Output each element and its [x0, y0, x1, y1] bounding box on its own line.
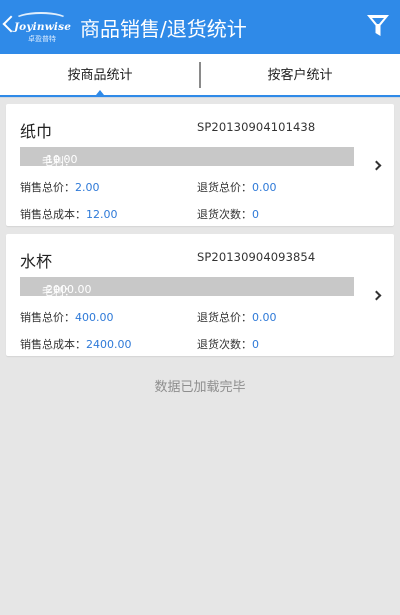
sales-total: 销售总价：2.00	[20, 179, 100, 195]
profit-bar: 毛利： -2000.00	[20, 277, 354, 298]
product-name: 纸巾	[20, 122, 53, 141]
filter-button[interactable]	[366, 13, 390, 39]
returns-total-value: 0.00	[252, 311, 277, 324]
sales-total-label: 销售总价：	[20, 181, 75, 194]
sales-total: 销售总价：400.00	[20, 309, 114, 325]
logo-text: Joyinwise	[14, 21, 72, 33]
product-name: 水杯	[20, 252, 53, 271]
returns-count-value: 0	[252, 208, 259, 221]
load-complete-status: 数据已加载完毕	[154, 380, 246, 395]
profit-value: -10.00	[42, 153, 78, 166]
sales-total-value: 400.00	[75, 311, 114, 324]
sales-cost: 销售总成本：2400.00	[20, 336, 132, 352]
profit-bar: 毛利： -10.00	[20, 147, 354, 168]
sales-cost-value: 2400.00	[86, 338, 132, 351]
returns-count: 退货次数：0	[197, 336, 259, 352]
returns-total-value: 0.00	[252, 181, 277, 194]
returns-total: 退货总价：0.00	[197, 309, 277, 325]
sales-cost-value: 12.00	[86, 208, 118, 221]
profit-value: -2000.00	[42, 283, 92, 296]
chevron-right-icon	[371, 160, 382, 171]
returns-count-label: 退货次数：	[197, 208, 252, 221]
sales-cost: 销售总成本：12.00	[20, 206, 118, 222]
returns-total: 退货总价：0.00	[197, 179, 277, 195]
logo-subtext: 卓盈普特	[28, 35, 56, 43]
returns-total-label: 退货总价：	[197, 311, 252, 324]
chevron-right-icon	[371, 290, 382, 301]
sales-cost-label: 销售总成本：	[20, 208, 86, 221]
sales-cost-label: 销售总成本：	[20, 338, 86, 351]
product-stats-list: 纸巾 SP20130904101438 毛利： -10.00 销售总价：2.00 …	[6, 104, 394, 364]
app-header: Joyinwise 卓盈普特 商品销售/退货统计	[0, 0, 400, 54]
filter-funnel-icon	[367, 15, 389, 36]
returns-total-label: 退货总价：	[197, 181, 252, 194]
page-title: 商品销售/退货统计	[80, 17, 247, 41]
tab-by-customer[interactable]: 按客户统计	[200, 54, 400, 98]
product-code: SP20130904093854	[197, 250, 316, 264]
returns-count-value: 0	[252, 338, 259, 351]
brand-logo: Joyinwise 卓盈普特	[14, 12, 72, 43]
list-item[interactable]: 纸巾 SP20130904101438 毛利： -10.00 销售总价：2.00 …	[6, 104, 394, 226]
tab-bar: 按商品统计 按客户统计	[0, 54, 400, 98]
returns-count-label: 退货次数：	[197, 338, 252, 351]
tab-underline	[0, 95, 400, 97]
product-code: SP20130904101438	[197, 120, 316, 134]
active-tab-indicator	[96, 90, 104, 95]
list-item[interactable]: 水杯 SP20130904093854 毛利： -2000.00 销售总价：400…	[6, 234, 394, 356]
sales-total-value: 2.00	[75, 181, 100, 194]
returns-count: 退货次数：0	[197, 206, 259, 222]
back-button[interactable]: Joyinwise 卓盈普特	[2, 10, 72, 46]
sales-total-label: 销售总价：	[20, 311, 75, 324]
